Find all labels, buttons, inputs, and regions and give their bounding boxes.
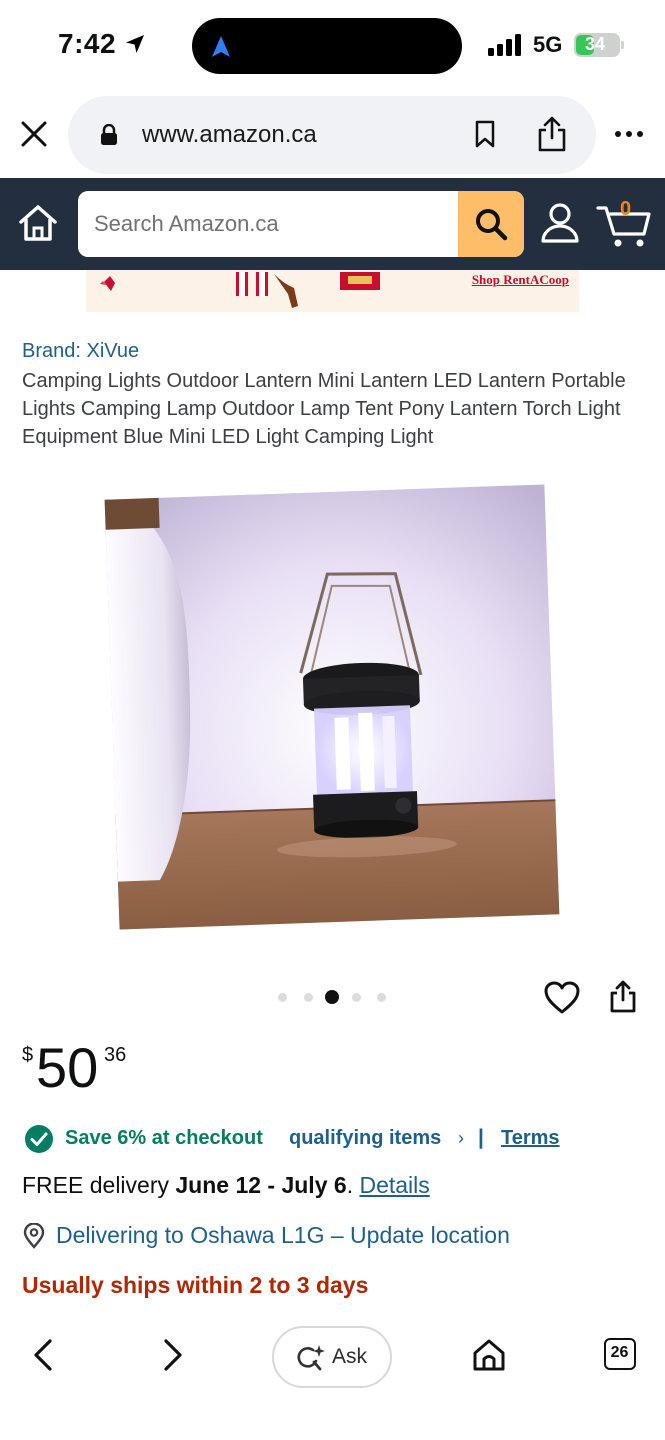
lock-icon bbox=[101, 124, 117, 145]
chevron-right-icon[interactable] bbox=[160, 1338, 186, 1372]
delivery-prefix: FREE delivery bbox=[22, 1172, 176, 1198]
search-icon bbox=[476, 209, 508, 241]
address-bar[interactable]: www.amazon.ca bbox=[68, 96, 596, 174]
carousel-dot[interactable] bbox=[304, 993, 313, 1002]
product-image[interactable] bbox=[100, 482, 565, 934]
share-icon[interactable] bbox=[608, 980, 638, 1014]
home-icon[interactable] bbox=[18, 204, 58, 242]
carousel-dot[interactable] bbox=[278, 993, 287, 1002]
qualifying-items-link[interactable]: qualifying items bbox=[289, 1127, 441, 1150]
ask-button[interactable]: Ask bbox=[272, 1326, 392, 1388]
sparkle-search-icon bbox=[297, 1345, 325, 1371]
url-text: www.amazon.ca bbox=[142, 121, 317, 148]
price-whole: 50 bbox=[36, 1036, 99, 1099]
tab-count: 26 bbox=[610, 1344, 629, 1361]
browser-toolbar: Ask 26 bbox=[0, 1310, 665, 1440]
update-location-link[interactable]: Delivering to Oshawa L1G – Update locati… bbox=[56, 1222, 510, 1249]
tabs-icon[interactable]: 26 bbox=[604, 1338, 636, 1370]
ask-label: Ask bbox=[332, 1345, 368, 1368]
delivery-dates: June 12 - July 6 bbox=[175, 1172, 347, 1198]
separator: | bbox=[478, 1126, 484, 1149]
savings-text: Save 6% at checkout bbox=[65, 1127, 263, 1149]
details-link[interactable]: Details bbox=[359, 1172, 429, 1198]
delivery-suffix: . bbox=[346, 1172, 360, 1198]
cart-count: 0 bbox=[620, 198, 632, 220]
shipping-availability: Usually ships within 2 to 3 days bbox=[22, 1272, 369, 1298]
search-input[interactable] bbox=[94, 191, 454, 257]
more-icon[interactable] bbox=[614, 130, 644, 138]
carousel-dot[interactable] bbox=[377, 993, 386, 1002]
status-time: 7:42 bbox=[58, 28, 117, 59]
status-bar: 7:42 5G 34 bbox=[0, 0, 665, 90]
price-symbol: $ bbox=[22, 1044, 34, 1066]
carousel-dot-active[interactable] bbox=[325, 990, 339, 1004]
close-icon[interactable] bbox=[18, 118, 50, 150]
search-button[interactable] bbox=[458, 191, 524, 257]
product-title: Camping Lights Outdoor Lantern Mini Lant… bbox=[22, 370, 626, 448]
chevron-right-icon: › bbox=[458, 1128, 464, 1148]
battery-icon: 34 bbox=[574, 33, 620, 57]
browser-bar: www.amazon.ca bbox=[0, 90, 665, 178]
location-arrow-icon bbox=[126, 35, 144, 53]
network-type: 5G bbox=[533, 32, 563, 57]
amazon-header: 0 bbox=[0, 178, 665, 270]
bookmark-icon[interactable] bbox=[474, 120, 496, 148]
search-box bbox=[78, 191, 524, 257]
sponsored-banner[interactable]: Shop RentACoop bbox=[86, 270, 579, 312]
price-fraction: 36 bbox=[104, 1044, 127, 1066]
chevron-left-icon[interactable] bbox=[30, 1338, 56, 1372]
banner-cta[interactable]: Shop RentACoop bbox=[472, 272, 569, 288]
brand-link[interactable]: Brand: XiVue bbox=[22, 340, 139, 363]
signal-icon bbox=[488, 34, 521, 56]
account-icon[interactable] bbox=[540, 202, 580, 244]
banner-graphic bbox=[100, 272, 380, 308]
location-pin-icon bbox=[23, 1223, 45, 1249]
check-circle-icon bbox=[25, 1125, 53, 1153]
navigation-icon bbox=[212, 36, 230, 57]
battery-level: 34 bbox=[584, 34, 606, 54]
carousel-dot[interactable] bbox=[352, 993, 361, 1002]
terms-link[interactable]: Terms bbox=[501, 1127, 560, 1150]
delivery-info: FREE delivery June 12 - July 6. Details bbox=[22, 1172, 430, 1199]
home-icon[interactable] bbox=[472, 1338, 506, 1372]
cart-button[interactable]: 0 bbox=[596, 198, 652, 250]
heart-icon[interactable] bbox=[544, 981, 580, 1015]
share-icon[interactable] bbox=[536, 116, 568, 152]
image-carousel-dots[interactable] bbox=[278, 990, 390, 1004]
dynamic-island bbox=[192, 18, 462, 74]
